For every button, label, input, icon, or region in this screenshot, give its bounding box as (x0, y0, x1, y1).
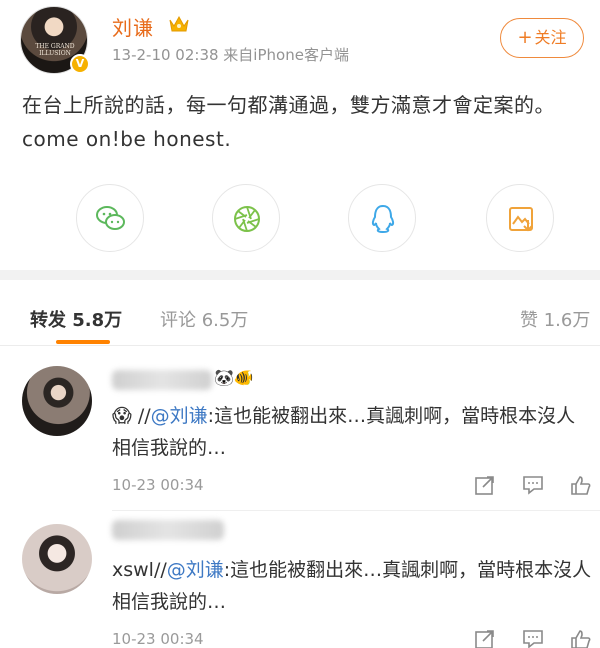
plus-icon: + (517, 27, 533, 48)
tab-comment-count: 6.5万 (201, 310, 249, 331)
share-qq-button[interactable] (348, 184, 416, 252)
commenter-name-emojis: 🐼🐠 (214, 368, 254, 387)
comment-separator (112, 510, 600, 511)
comment-icon[interactable] (522, 628, 544, 648)
commenter-avatar[interactable] (22, 366, 92, 436)
save-image-icon (509, 207, 533, 232)
verified-badge-icon: V (70, 54, 90, 74)
mention-link[interactable]: @刘谦 (151, 405, 208, 427)
comment-icon[interactable] (522, 474, 544, 496)
tab-repost-count: 5.8万 (72, 310, 123, 331)
save-image-button[interactable] (486, 184, 554, 252)
comment-prefix: 😱 // (112, 405, 151, 427)
moments-icon (234, 206, 260, 232)
commenter-name-blurred (112, 520, 224, 540)
share-icon[interactable] (474, 474, 496, 496)
share-row (0, 184, 600, 252)
post-header: THE GRAND ILLUSION V 刘谦 13-2-10 02:38 来自… (20, 6, 590, 74)
commenter-name-blurred (112, 370, 212, 390)
comment-actions (474, 474, 594, 498)
author-name[interactable]: 刘谦 (112, 12, 154, 41)
active-tab-indicator (56, 340, 110, 344)
tab-comment[interactable]: 评论 6.5万 (160, 306, 248, 332)
comment-text: 😱 //@刘谦:這也能被翻出來…真諷刺啊，當時根本沒人相信我說的… (112, 400, 592, 464)
wechat-icon (96, 206, 125, 230)
follow-label: 关注 (534, 28, 567, 47)
crown-icon (169, 15, 189, 32)
comment-text: xswl//@刘谦:這也能被翻出來…真諷刺啊，當時根本沒人相信我說的… (112, 554, 592, 618)
like-icon[interactable] (570, 474, 592, 496)
tab-repost-label: 转发 (30, 310, 66, 331)
follow-button[interactable]: + 关注 (500, 18, 584, 58)
tab-like-label: 赞 (520, 310, 538, 331)
share-wechat-button[interactable] (76, 184, 144, 252)
comment-prefix: xswl// (112, 559, 167, 581)
interaction-tabs: 转发 5.8万 评论 6.5万 赞 1.6万 (0, 282, 600, 346)
share-icon[interactable] (474, 628, 496, 648)
tab-like[interactable]: 赞 1.6万 (520, 306, 590, 332)
tab-comment-label: 评论 (160, 310, 196, 331)
tab-repost[interactable]: 转发 5.8万 (30, 306, 122, 332)
comment-time: 10-23 00:34 (112, 476, 204, 494)
comment-actions (474, 628, 594, 648)
comment-time: 10-23 00:34 (112, 630, 204, 648)
share-moments-button[interactable] (212, 184, 280, 252)
commenter-avatar[interactable] (22, 524, 92, 594)
tab-like-count: 1.6万 (543, 310, 591, 331)
like-icon[interactable] (570, 628, 592, 648)
mention-link[interactable]: @刘谦 (167, 559, 224, 581)
qq-icon (371, 204, 395, 234)
avatar-poster-text: THE GRAND ILLUSION (35, 43, 75, 57)
post-meta: 13-2-10 02:38 来自iPhone客户端 (112, 46, 349, 64)
section-divider (0, 270, 600, 280)
post-text: 在台上所說的話，每一句都溝通過，雙方滿意才會定案的。come on!be hon… (22, 93, 555, 151)
